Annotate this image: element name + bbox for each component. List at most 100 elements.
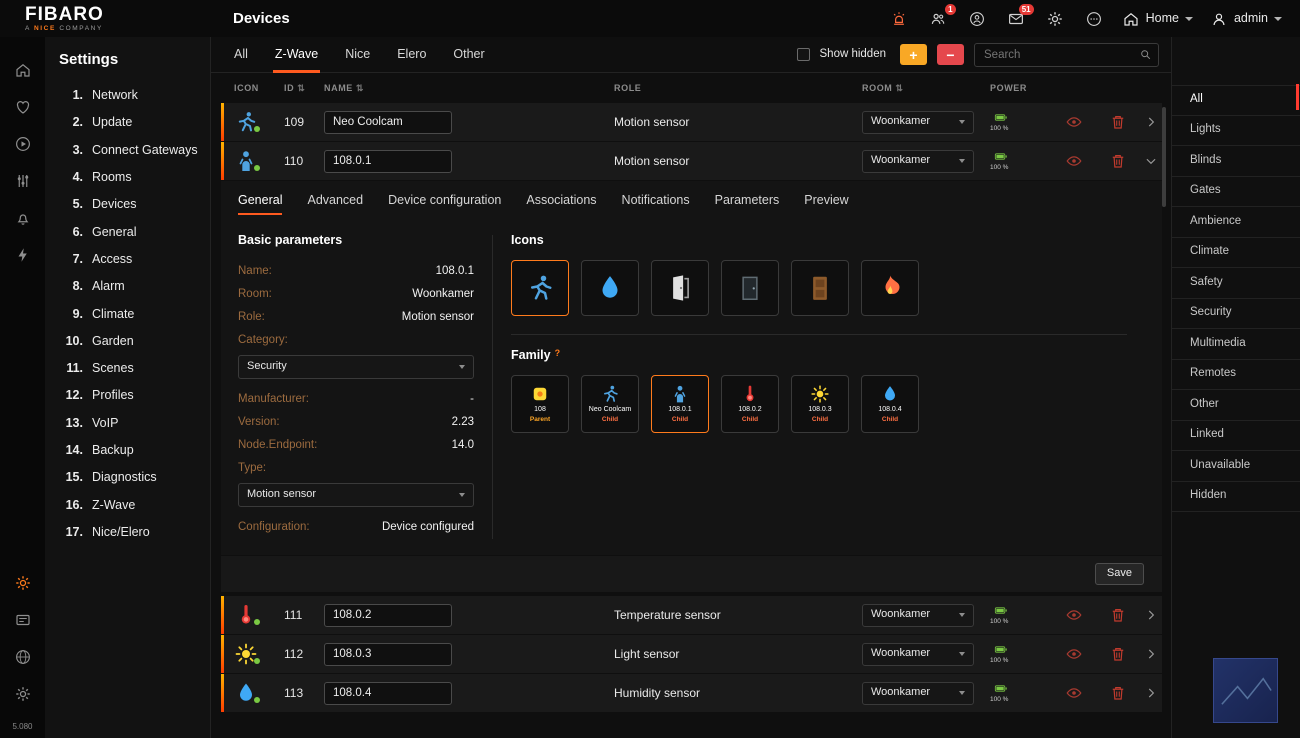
page-scrollbar-thumb[interactable] <box>1296 84 1299 110</box>
sidebar-item-connect-gateways[interactable]: 3.Connect Gateways <box>59 137 210 164</box>
sidebar-item-climate[interactable]: 9.Climate <box>59 300 210 327</box>
detail-tab-advanced[interactable]: Advanced <box>307 181 363 219</box>
users-icon[interactable]: 1 <box>927 8 949 30</box>
filter-other[interactable]: Other <box>1172 390 1300 421</box>
table-row-110[interactable]: 110 Motion sensor Woonkamer 100 % <box>221 142 1162 180</box>
expand-chevron-icon[interactable] <box>1140 686 1162 700</box>
expand-chevron-icon[interactable] <box>1140 647 1162 661</box>
detail-tab-preview[interactable]: Preview <box>804 181 848 219</box>
user-menu[interactable]: admin <box>1210 10 1282 28</box>
detail-tab-device-configuration[interactable]: Device configuration <box>388 181 501 219</box>
col-id[interactable]: ID⇅ <box>284 83 324 94</box>
table-row-109[interactable]: 109 Motion sensor Woonkamer 100 % <box>221 103 1162 141</box>
room-select[interactable]: Woonkamer <box>862 682 974 705</box>
console-icon[interactable] <box>0 601 45 638</box>
expand-chevron-icon[interactable] <box>1140 608 1162 622</box>
minimized-chart-widget[interactable] <box>1213 658 1278 723</box>
sidebar-item-profiles[interactable]: 12.Profiles <box>59 382 210 409</box>
filter-multimedia[interactable]: Multimedia <box>1172 329 1300 360</box>
family-tile-108[interactable]: 108Parent <box>511 375 569 433</box>
icon-tile-door-dark[interactable] <box>721 260 779 316</box>
room-select[interactable]: Woonkamer <box>862 643 974 666</box>
help-icon[interactable]: ? <box>555 348 561 359</box>
sidebar-item-voip[interactable]: 13.VoIP <box>59 410 210 437</box>
icon-tile-water-drop[interactable] <box>581 260 639 316</box>
icon-tile-door-closed[interactable] <box>791 260 849 316</box>
sidebar-item-update[interactable]: 2.Update <box>59 109 210 136</box>
home-icon[interactable] <box>0 51 45 88</box>
favorites-heart-icon[interactable] <box>0 88 45 125</box>
expand-chevron-icon[interactable] <box>1140 115 1162 129</box>
device-name-input[interactable] <box>324 111 452 134</box>
filter-safety[interactable]: Safety <box>1172 268 1300 299</box>
detail-tab-general[interactable]: General <box>238 181 282 219</box>
voice-assistant-icon[interactable] <box>966 8 988 30</box>
add-device-button[interactable]: + <box>900 44 927 65</box>
detail-tab-parameters[interactable]: Parameters <box>715 181 780 219</box>
sidebar-item-garden[interactable]: 10.Garden <box>59 328 210 355</box>
devices-sliders-icon[interactable] <box>0 162 45 199</box>
apps-gear-icon[interactable] <box>0 675 45 712</box>
icon-tile-fire[interactable] <box>861 260 919 316</box>
filter-all[interactable]: All <box>1172 85 1300 116</box>
tab-zwave[interactable]: Z-Wave <box>275 37 318 72</box>
delete-trash-icon[interactable] <box>1096 684 1140 702</box>
type-select[interactable]: Motion sensor <box>238 483 474 507</box>
device-name-input[interactable] <box>324 682 452 705</box>
tab-elero[interactable]: Elero <box>397 37 426 72</box>
sidebar-item-diagnostics[interactable]: 15.Diagnostics <box>59 464 210 491</box>
family-tile-108-0-2[interactable]: 108.0.2Child <box>721 375 779 433</box>
alarm-siren-icon[interactable] <box>888 8 910 30</box>
table-row-111[interactable]: 111 Temperature sensor Woonkamer 100 % <box>221 596 1162 634</box>
tab-all[interactable]: All <box>234 37 248 72</box>
visibility-eye-icon[interactable] <box>1052 113 1096 131</box>
tab-nice[interactable]: Nice <box>345 37 370 72</box>
sidebar-item-zwave[interactable]: 16.Z-Wave <box>59 491 210 518</box>
scrollbar-thumb[interactable] <box>1162 107 1166 207</box>
scenes-play-icon[interactable] <box>0 125 45 162</box>
settings-gear-icon[interactable] <box>0 564 45 601</box>
delete-trash-icon[interactable] <box>1096 152 1140 170</box>
room-select[interactable]: Woonkamer <box>862 604 974 627</box>
room-select[interactable]: Woonkamer <box>862 111 974 134</box>
col-name[interactable]: NAME⇅ <box>324 83 614 94</box>
gear-icon[interactable] <box>1044 8 1066 30</box>
family-tile-108-0-1[interactable]: 108.0.1Child <box>651 375 709 433</box>
energy-bolt-icon[interactable] <box>0 236 45 273</box>
filter-lights[interactable]: Lights <box>1172 116 1300 147</box>
filter-linked[interactable]: Linked <box>1172 421 1300 452</box>
filter-security[interactable]: Security <box>1172 299 1300 330</box>
filter-blinds[interactable]: Blinds <box>1172 146 1300 177</box>
family-tile-108-0-4[interactable]: 108.0.4Child <box>861 375 919 433</box>
table-row-113[interactable]: 113 Humidity sensor Woonkamer 100 % <box>221 674 1162 712</box>
tab-other[interactable]: Other <box>453 37 484 72</box>
sidebar-item-rooms[interactable]: 4.Rooms <box>59 164 210 191</box>
device-name-input[interactable] <box>324 604 452 627</box>
icon-tile-running-man[interactable] <box>511 260 569 316</box>
collapse-chevron-icon[interactable] <box>1140 154 1162 168</box>
sidebar-item-devices[interactable]: 5.Devices <box>59 191 210 218</box>
device-name-input[interactable] <box>324 643 452 666</box>
fibaro-logo[interactable]: FIBARO a nice company <box>0 4 210 33</box>
visibility-eye-icon[interactable] <box>1052 645 1096 663</box>
sidebar-item-nice-elero[interactable]: 17.Nice/Elero <box>59 519 210 546</box>
table-row-112[interactable]: 112 Light sensor Woonkamer 100 % <box>221 635 1162 673</box>
detail-tab-notifications[interactable]: Notifications <box>622 181 690 219</box>
remove-device-button[interactable]: − <box>937 44 964 65</box>
family-tile-108-0-3[interactable]: 108.0.3Child <box>791 375 849 433</box>
sidebar-item-alarm[interactable]: 8.Alarm <box>59 273 210 300</box>
visibility-eye-icon[interactable] <box>1052 606 1096 624</box>
visibility-eye-icon[interactable] <box>1052 684 1096 702</box>
filter-unavailable[interactable]: Unavailable <box>1172 451 1300 482</box>
network-globe-icon[interactable] <box>0 638 45 675</box>
sidebar-item-access[interactable]: 7.Access <box>59 246 210 273</box>
filter-gates[interactable]: Gates <box>1172 177 1300 208</box>
save-button[interactable]: Save <box>1095 563 1144 585</box>
sidebar-item-general[interactable]: 6.General <box>59 218 210 245</box>
family-tile-neo-coolcam[interactable]: Neo CoolcamChild <box>581 375 639 433</box>
sidebar-item-network[interactable]: 1.Network <box>59 82 210 109</box>
show-hidden-checkbox[interactable] <box>797 48 810 61</box>
sidebar-item-backup[interactable]: 14.Backup <box>59 437 210 464</box>
filter-remotes[interactable]: Remotes <box>1172 360 1300 391</box>
filter-ambience[interactable]: Ambience <box>1172 207 1300 238</box>
